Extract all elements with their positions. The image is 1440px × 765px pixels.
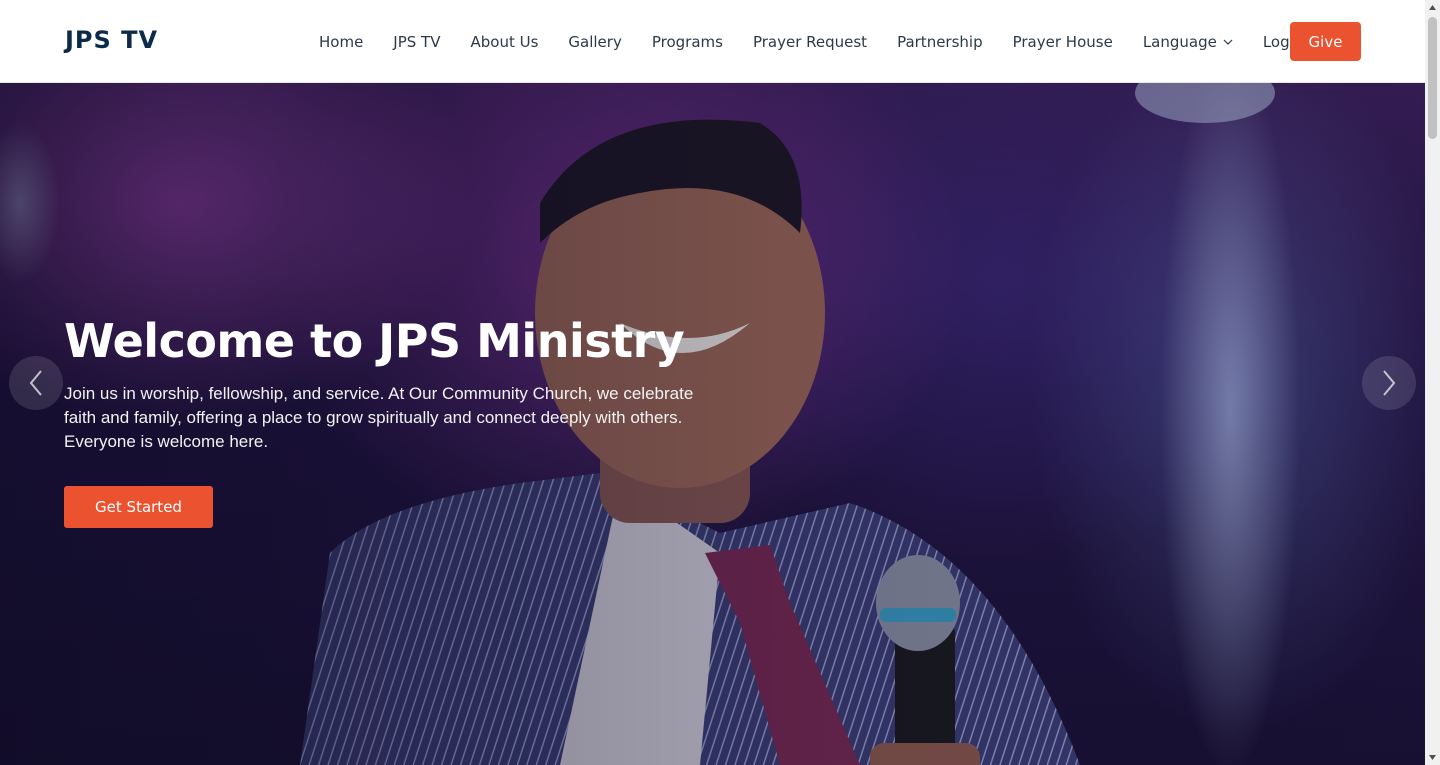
- site-logo[interactable]: JPS TV: [65, 26, 158, 54]
- nav-language-label: Language: [1142, 32, 1217, 51]
- nav-gallery[interactable]: Gallery: [553, 33, 636, 51]
- nav-programs[interactable]: Programs: [637, 33, 738, 51]
- nav-home[interactable]: Home: [304, 33, 378, 51]
- chevron-left-icon: [29, 370, 42, 396]
- carousel-next-button[interactable]: [1362, 356, 1416, 410]
- scroll-up-arrow-icon[interactable]: [1425, 0, 1440, 15]
- chevron-down-icon: [1223, 39, 1233, 45]
- nav-about-us[interactable]: About Us: [455, 33, 553, 51]
- hero-content: Welcome to JPS Ministry Join us in worsh…: [64, 315, 724, 528]
- page-scrollbar[interactable]: [1425, 0, 1440, 765]
- hero-description: Join us in worship, fellowship, and serv…: [64, 383, 694, 451]
- nav-partnership[interactable]: Partnership: [882, 33, 998, 51]
- get-started-button[interactable]: Get Started: [64, 485, 213, 528]
- nav-language[interactable]: Language: [1128, 33, 1248, 51]
- give-button[interactable]: Give: [1290, 22, 1361, 61]
- chevron-right-icon: [1383, 370, 1396, 396]
- main-nav: Home JPS TV About Us Gallery Programs Pr…: [304, 0, 1318, 83]
- nav-prayer-house[interactable]: Prayer House: [998, 33, 1128, 51]
- hero-title: Welcome to JPS Ministry: [64, 314, 685, 368]
- site-header: JPS TV Home JPS TV About Us Gallery Prog…: [0, 0, 1425, 83]
- nav-jps-tv[interactable]: JPS TV: [378, 33, 455, 51]
- scroll-down-arrow-icon[interactable]: [1425, 750, 1440, 765]
- nav-prayer-request[interactable]: Prayer Request: [738, 33, 882, 51]
- scrollbar-thumb[interactable]: [1428, 17, 1437, 139]
- hero-banner: Welcome to JPS Ministry Join us in worsh…: [0, 83, 1425, 765]
- carousel-prev-button[interactable]: [9, 356, 63, 410]
